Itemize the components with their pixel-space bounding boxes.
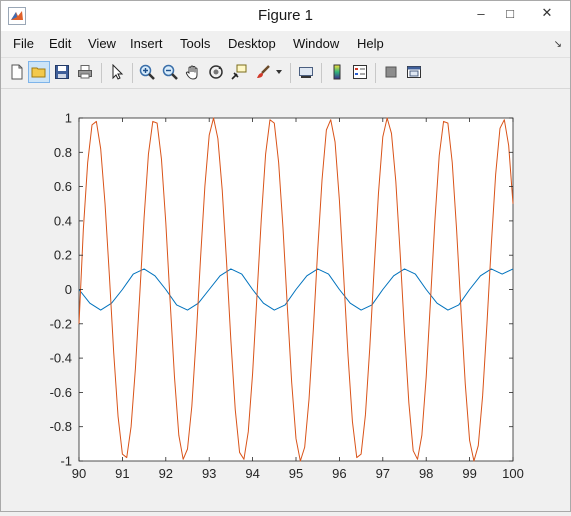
y-tick-label: -0.8 [50,419,72,434]
menu-view[interactable]: View [88,36,116,51]
x-tick-label: 97 [376,466,390,481]
data-cursor-icon [231,64,247,80]
x-tick-label: 100 [502,466,524,481]
menu-edit[interactable]: Edit [49,36,71,51]
pan-hand-icon [185,65,198,80]
rotate-3d-icon [209,65,223,79]
minimize-icon: – [477,5,485,21]
x-tick-label: 91 [115,466,129,481]
insert-legend-button[interactable] [350,62,370,82]
y-tick-label: 0.6 [54,179,72,194]
open-file-button[interactable] [28,61,50,83]
open-file-icon [31,67,46,78]
x-tick-label: 90 [72,466,86,481]
maximize-button[interactable]: □ [496,1,524,25]
toolbar-separator [375,63,376,83]
brush-dropdown-icon [276,70,282,74]
y-tick-label: -0.2 [50,316,72,331]
brush-button[interactable] [253,62,273,82]
x-tick-label: 94 [245,466,259,481]
minimize-button[interactable]: – [467,1,495,25]
figure-canvas: 90 91 92 93 94 95 96 97 98 99 100 1 0.8 0.6 0.4 0.2 0 -0.… [1,89,570,511]
zoom-out-icon [162,64,178,80]
y-tick-label: -1 [60,454,72,469]
pan-button[interactable] [183,62,203,82]
insert-colorbar-button[interactable] [327,62,347,82]
line-chart[interactable]: 90 91 92 93 94 95 96 97 98 99 100 1 0.8 0.6 0.4 0.2 0 -0.… [1,89,570,511]
x-tick-label: 92 [159,466,173,481]
dock-figure-icon[interactable]: ↘ [554,39,562,50]
insert-colorbar-icon [333,64,341,80]
edit-plot-button[interactable] [107,62,127,82]
menu-bar: File Edit View Insert Tools Desktop Wind… [1,31,570,57]
show-plot-tools-icon [407,66,421,78]
menu-file[interactable]: File [13,36,34,51]
brush-icon [257,65,270,78]
x-tick-label: 93 [202,466,216,481]
close-button[interactable]: ✕ [529,1,565,25]
figure-toolbar [1,57,570,89]
close-icon: ✕ [541,5,553,20]
zoom-out-button[interactable] [160,62,180,82]
toolbar-separator [132,63,133,83]
toolbar-separator [101,63,102,83]
menu-help[interactable]: Help [357,36,384,51]
save-button[interactable] [52,62,72,82]
hide-plot-tools-icon [385,66,397,78]
menu-window[interactable]: Window [293,36,339,51]
toolbar-separator [321,63,322,83]
x-tick-label: 95 [289,466,303,481]
hide-plot-tools-button[interactable] [381,62,401,82]
y-tick-label: 0.8 [54,145,72,160]
figure-window: Figure 1 – □ ✕ File Edit View Insert Too… [0,0,571,512]
title-bar[interactable]: Figure 1 – □ ✕ [1,1,570,31]
new-figure-button[interactable] [7,62,27,82]
toolbar-separator [290,63,291,83]
x-tick-label: 99 [462,466,476,481]
x-tick-label: 96 [332,466,346,481]
rotate-3d-button[interactable] [206,62,226,82]
edit-plot-arrow-icon [112,64,124,80]
print-icon [78,65,92,79]
y-tick-label: 1 [65,111,72,126]
y-tick-label: 0 [65,282,72,297]
menu-desktop[interactable]: Desktop [228,36,276,51]
show-plot-tools-button[interactable] [404,62,424,82]
print-button[interactable] [75,62,95,82]
menu-insert[interactable]: Insert [130,36,163,51]
link-plot-button[interactable] [296,62,316,82]
y-tick-label: -0.4 [50,351,72,366]
link-plot-icon [299,67,313,78]
y-tick-label: 0.2 [54,248,72,263]
insert-legend-icon [353,65,367,79]
save-icon [55,65,69,79]
zoom-in-icon [139,64,155,80]
zoom-in-button[interactable] [137,62,157,82]
y-tick-label: -0.6 [50,385,72,400]
new-figure-icon [11,64,23,80]
data-cursor-button[interactable] [229,62,249,82]
menu-tools[interactable]: Tools [180,36,210,51]
y-tick-label: 0.4 [54,213,72,228]
x-tick-label: 98 [419,466,433,481]
maximize-icon: □ [506,5,514,21]
brush-dropdown-button[interactable] [273,62,285,82]
